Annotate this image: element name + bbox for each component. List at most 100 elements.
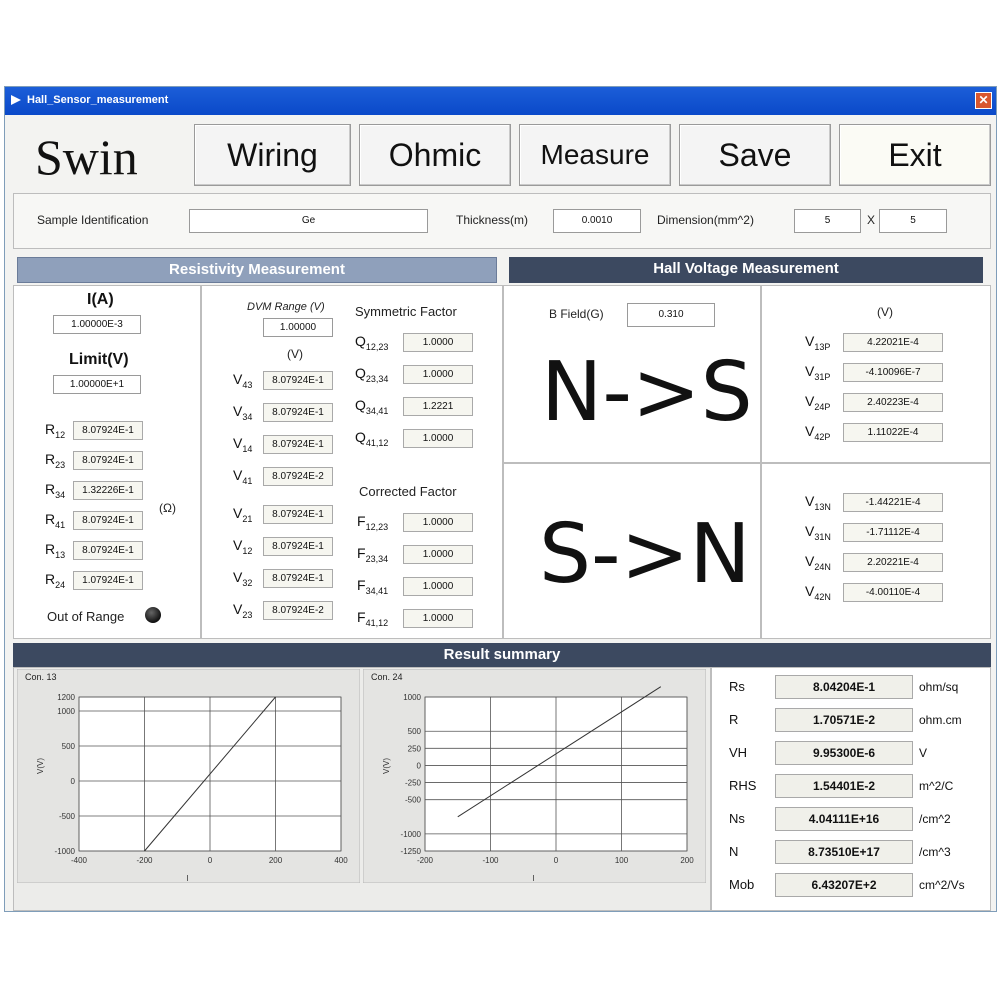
sample-id-field[interactable]: Ge (189, 209, 428, 233)
voltage-43-value: 8.07924E-1 (263, 371, 333, 390)
hall-42N-subscript: 42N (814, 591, 831, 602)
resistance-12-value: 8.07924E-1 (73, 421, 143, 440)
voltage-14-name: V (233, 435, 243, 451)
resistance-12-subscript: 12 (55, 429, 66, 440)
resistance-24-subscript: 24 (55, 579, 66, 590)
voltage-14-subscript: 14 (242, 443, 253, 454)
hall-13N-value: -1.44221E-4 (843, 493, 943, 512)
voltage-32-b-value: 8.07924E-1 (263, 569, 333, 588)
summary-label-rhs: RHS (729, 778, 757, 793)
sample-id-label: Sample Identification (37, 213, 149, 227)
ohmic-button[interactable]: Ohmic (359, 124, 511, 186)
hall-42N-name: V (805, 583, 815, 599)
hall-24N-label: V24N (805, 553, 831, 572)
wiring-button[interactable]: Wiring (194, 124, 351, 186)
voltage-34-label: V34 (233, 403, 252, 422)
corrected-factor-3-label: F41,12 (357, 609, 388, 628)
corrected-factor-2-label: F34,41 (357, 577, 388, 596)
north-to-south-label: N->S (541, 345, 753, 440)
exit-button[interactable]: Exit (839, 124, 991, 186)
symmetric-factor-0-value: 1.0000 (403, 333, 473, 352)
resistance-41-subscript: 41 (55, 519, 66, 530)
hall-24P-value: 2.40223E-4 (843, 393, 943, 412)
out-of-range-led (145, 607, 161, 623)
hall-31N-name: V (805, 523, 815, 539)
summary-value-r: 1.70571E-2 (775, 708, 913, 732)
app-icon (11, 95, 21, 105)
ohm-unit-label: (Ω) (159, 501, 176, 515)
voltage-43-name: V (233, 371, 243, 387)
symmetric-factor-2-name: Q (355, 397, 366, 413)
hall-24N-subscript: 24N (814, 561, 831, 572)
title-bar[interactable]: Hall_Sensor_measurement ✕ (5, 87, 996, 115)
measure-button[interactable]: Measure (519, 124, 671, 186)
hall-13P-value: 4.22021E-4 (843, 333, 943, 352)
south-to-north-label: S->N (539, 507, 751, 602)
resistance-13-label: R13 (45, 541, 65, 560)
x-tick-label: -400 (71, 856, 88, 865)
hall-42P-subscript: 42P (814, 431, 831, 442)
limit-field[interactable]: 1.00000E+1 (53, 375, 141, 394)
summary-value-n: 8.73510E+17 (775, 840, 913, 864)
corrected-factor-2-name: F (357, 577, 366, 593)
resistance-12-name: R (45, 421, 56, 437)
summary-label-rs: Rs (729, 679, 745, 694)
y-tick-label: -1250 (401, 847, 422, 856)
x-tick-label: -200 (417, 856, 434, 865)
symmetric-factor-2-subscript: 34,41 (365, 405, 389, 416)
corrected-factor-2-subscript: 34,41 (365, 585, 389, 596)
x-tick-label: 0 (554, 856, 559, 865)
chart-con24: Con. 24-200 -100 0 100 20010005002500-250-50… (363, 669, 706, 883)
hall-31N-value: -1.71112E-4 (843, 523, 943, 542)
resistance-23-label: R23 (45, 451, 65, 470)
hall-42N-value: -4.00110E-4 (843, 583, 943, 602)
symmetric-factor-3-value: 1.0000 (403, 429, 473, 448)
symmetric-factor-2-value: 1.2221 (403, 397, 473, 416)
hall-13N-label: V13N (805, 493, 831, 512)
app-window: Hall_Sensor_measurement ✕ Swin Wiring Oh… (4, 86, 997, 912)
hall-24P-label: V24P (805, 393, 830, 412)
hall-42P-value: 1.11022E-4 (843, 423, 943, 442)
summary-label-r: R (729, 712, 739, 727)
hall-42P-label: V42P (805, 423, 830, 442)
resistance-13-subscript: 13 (55, 549, 66, 560)
resistance-24-label: R24 (45, 571, 65, 590)
summary-unit-rs: ohm/sq (919, 680, 959, 694)
symmetric-factor-3-name: Q (355, 429, 366, 445)
save-button[interactable]: Save (679, 124, 831, 186)
swin-logo: Swin (35, 129, 138, 185)
close-icon[interactable]: ✕ (975, 92, 992, 109)
dvm-range-field[interactable]: 1.00000 (263, 318, 333, 337)
dimension-a-field[interactable]: 5 (794, 209, 861, 233)
dimension-b-field[interactable]: 5 (879, 209, 947, 233)
x-tick-label: 400 (334, 856, 348, 865)
summary-unit-mob: cm^2/Vs (919, 878, 965, 892)
voltage-12-b-label: V12 (233, 537, 252, 556)
voltage-unit-label: (V) (287, 347, 303, 361)
x-tick-label: 0 (208, 856, 213, 865)
hall-31P-value: -4.10096E-7 (843, 363, 943, 382)
current-field[interactable]: 1.00000E-3 (53, 315, 141, 334)
y-tick-label: -500 (405, 796, 422, 805)
corrected-factor-0-subscript: 12,23 (365, 521, 389, 532)
x-tick-label: -100 (482, 856, 499, 865)
symmetric-factor-1-name: Q (355, 365, 366, 381)
hall-31P-label: V31P (805, 363, 830, 382)
thickness-field[interactable]: 0.0010 (553, 209, 641, 233)
x-axis-label: I (187, 874, 189, 883)
voltage-23-b-label: V23 (233, 601, 252, 620)
hall-unit-label: (V) (877, 305, 893, 319)
summary-unit-n: /cm^3 (919, 845, 951, 859)
corrected-factor-0-name: F (357, 513, 366, 529)
resistance-41-value: 8.07924E-1 (73, 511, 143, 530)
voltage-21-b-value: 8.07924E-1 (263, 505, 333, 524)
voltage-41-value: 8.07924E-2 (263, 467, 333, 486)
hall-13P-label: V13P (805, 333, 830, 352)
corrected-factor-1-name: F (357, 545, 366, 561)
bfield-field[interactable]: 0.310 (627, 303, 715, 327)
y-tick-label: 500 (62, 742, 76, 751)
hall-42P-name: V (805, 423, 815, 439)
symmetric-factor-3-subscript: 41,12 (365, 437, 389, 448)
corrected-factor-0-label: F12,23 (357, 513, 388, 532)
summary-value-rhs: 1.54401E-2 (775, 774, 913, 798)
